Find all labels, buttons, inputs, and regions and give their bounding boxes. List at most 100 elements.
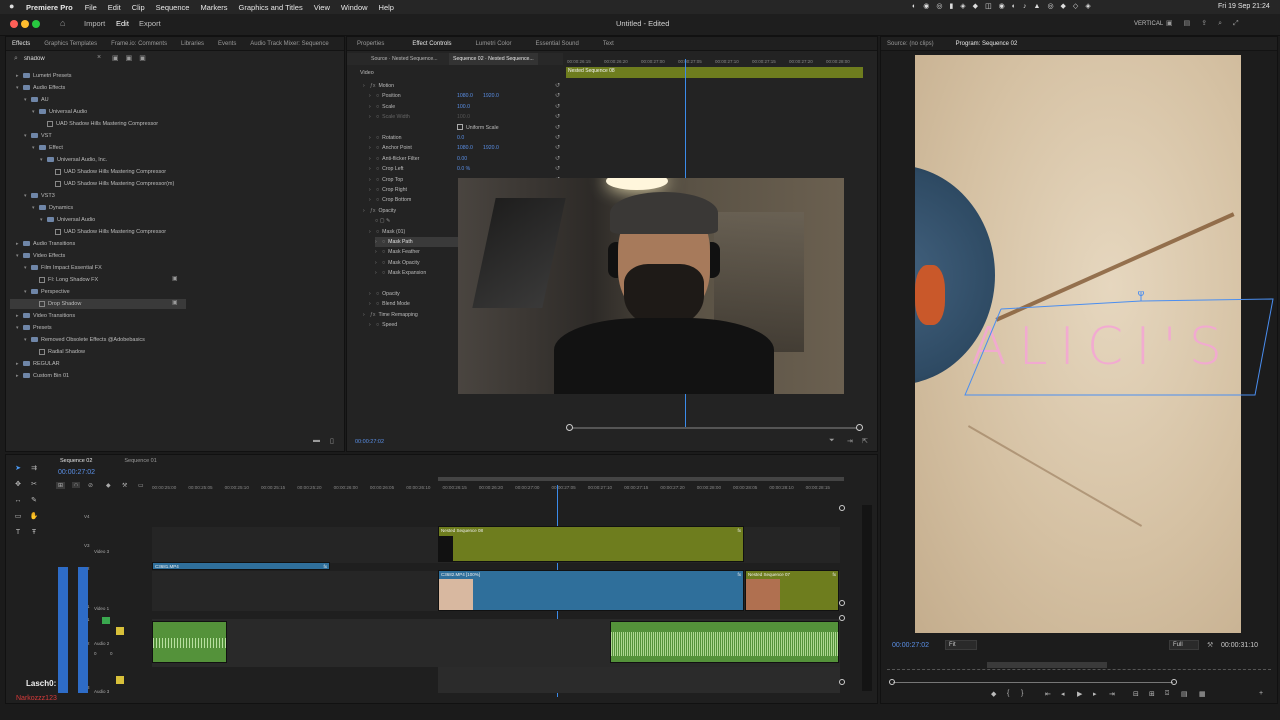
chevron-right-icon[interactable]: › — [369, 143, 376, 153]
workspace-edit[interactable]: Edit — [116, 19, 129, 28]
vertical-type-tool[interactable]: Ŧ — [28, 527, 40, 539]
effects-tree-item[interactable]: ▾ Universal Audio — [10, 107, 186, 117]
reset-icon[interactable]: ↺ — [555, 144, 560, 151]
scrub-handle-left[interactable] — [889, 679, 895, 685]
mute-button-a1[interactable] — [102, 617, 110, 624]
tab-sequence-01[interactable]: Sequence 01 — [118, 455, 162, 469]
solo-button-a3[interactable] — [116, 676, 124, 684]
ec-zoom-handle-left[interactable] — [566, 424, 573, 431]
chevron-right-icon[interactable]: › — [363, 206, 370, 216]
tab-lumetri-color[interactable]: Lumetri Color — [470, 37, 518, 50]
effects-tree-item[interactable]: FI: Long Shadow FX — [10, 275, 186, 285]
effects-tree-item[interactable]: ▸ Video Transitions — [10, 311, 186, 321]
clip-c3682[interactable]: C3682.MP4 [100%] fx — [438, 570, 744, 611]
type-tool[interactable]: T — [12, 527, 24, 539]
effects-tree-item[interactable]: ▸ Audio Transitions — [10, 239, 186, 249]
chevron-right-icon[interactable]: › — [375, 258, 382, 268]
ec-property-row[interactable]: › ○ Speed — [369, 320, 469, 330]
pen-tool[interactable]: ✎ — [28, 495, 40, 507]
ec-value[interactable]: 1080.0 — [457, 93, 473, 99]
apple-icon[interactable]: ● — [9, 1, 14, 11]
filter-icons[interactable]: ▣▣▣ — [112, 54, 153, 62]
chevron-right-icon[interactable]: › — [375, 268, 382, 278]
settings-wrench-icon[interactable]: ⚒ — [122, 482, 127, 489]
chevron-right-icon[interactable]: › — [363, 310, 370, 320]
ripple-edit-tool[interactable]: ✥ — [12, 479, 24, 491]
add-marker-icon[interactable]: ◆ — [106, 482, 111, 489]
reset-icon[interactable]: ↺ — [555, 103, 560, 110]
reset-icon[interactable]: ↺ — [555, 124, 560, 131]
chevron-down-icon[interactable]: ▾ — [16, 251, 23, 261]
effects-tree-item[interactable]: ▾ Dynamics — [10, 203, 186, 213]
chevron-right-icon[interactable]: › — [369, 164, 376, 174]
chevron-right-icon[interactable]: ▸ — [16, 239, 23, 249]
tab-program[interactable]: Program: Sequence 02 — [950, 37, 1024, 50]
chevron-right-icon[interactable]: › — [363, 81, 370, 91]
stopwatch-icon[interactable]: ○ — [376, 104, 379, 110]
stopwatch-icon[interactable]: ○ — [376, 187, 379, 193]
checkbox-icon[interactable] — [457, 124, 463, 131]
ec-property-row[interactable]: › ○ Anti-flicker Filter — [369, 154, 469, 164]
menu-clip[interactable]: Clip — [132, 3, 145, 12]
close-window-button[interactable] — [10, 20, 18, 28]
quality-select[interactable]: Full — [1169, 640, 1199, 650]
overwrite-icon[interactable]: ⊞ — [1149, 690, 1155, 698]
chevron-right-icon[interactable]: ▸ — [16, 311, 23, 321]
fx-toggle-icon[interactable]: ƒx — [370, 208, 375, 214]
tab-effects[interactable]: Effects — [6, 37, 36, 50]
chevron-right-icon[interactable]: › — [369, 299, 376, 309]
filter-icon[interactable]: ⏷ — [829, 437, 835, 445]
tab-frameio-comments[interactable]: Frame.io: Comments — [105, 37, 173, 50]
linked-select-icon[interactable]: ⊘ — [88, 482, 93, 489]
chevron-down-icon[interactable]: ▾ — [24, 191, 31, 201]
stopwatch-icon[interactable]: ○ — [376, 291, 379, 297]
effects-tree-item[interactable]: UAD Shadow Hills Mastering Compressor — [10, 227, 186, 237]
chevron-right-icon[interactable]: › — [369, 227, 376, 237]
export-icon[interactable]: ⇥ — [847, 437, 853, 445]
ec-value[interactable]: 1920.0 — [483, 145, 499, 151]
razor-tool[interactable]: ✂ — [28, 479, 40, 491]
stopwatch-icon[interactable]: ○ — [376, 145, 379, 151]
tab-text[interactable]: Text — [597, 37, 620, 50]
reset-icon[interactable]: ↺ — [555, 92, 560, 99]
workspace-import[interactable]: Import — [84, 19, 105, 28]
chevron-down-icon[interactable]: ▾ — [24, 131, 31, 141]
chevron-right-icon[interactable]: › — [369, 112, 376, 122]
camera-icon[interactable]: ⌼ — [1165, 690, 1169, 698]
chevron-down-icon[interactable]: ▾ — [24, 263, 31, 273]
go-to-out-icon[interactable]: ⇥ — [1109, 690, 1115, 698]
chevron-down-icon[interactable]: ▾ — [40, 215, 47, 225]
chevron-down-icon[interactable]: ▾ — [24, 287, 31, 297]
chevron-right-icon[interactable]: › — [369, 195, 376, 205]
go-to-in-icon[interactable]: ⇤ — [1045, 690, 1051, 698]
snap-icon[interactable]: ∩ — [72, 482, 81, 488]
stopwatch-icon[interactable]: ○ — [376, 166, 379, 172]
menu-file[interactable]: File — [85, 3, 97, 12]
chevron-right-icon[interactable]: › — [369, 320, 376, 330]
effects-tree-item[interactable]: ▸ REGULAR — [10, 359, 186, 369]
chevron-down-icon[interactable]: ▾ — [24, 95, 31, 105]
ec-property-row[interactable]: › ○ Scale — [369, 102, 469, 112]
ec-value[interactable]: 0.0 — [457, 135, 464, 141]
tab-effect-controls[interactable]: Effect Controls — [406, 37, 457, 50]
effects-tree-item[interactable]: UAD Shadow Hills Mastering Compressor — [10, 119, 186, 129]
ec-property-row[interactable]: › ○ Scale Width — [369, 112, 469, 122]
menu-graphics[interactable]: Graphics and Titles — [239, 3, 303, 12]
clip-nested-sequence-07[interactable]: Nested Sequence 07 fx — [745, 570, 839, 611]
mark-out-icon[interactable]: } — [1021, 690, 1023, 697]
uniform-scale-checkbox[interactable]: Uniform Scale — [457, 123, 499, 133]
rectangle-tool[interactable]: ▭ — [12, 511, 24, 523]
menu-sequence[interactable]: Sequence — [156, 3, 190, 12]
stopwatch-icon[interactable]: ○ — [376, 135, 379, 141]
chevron-right-icon[interactable]: ▸ — [16, 359, 23, 369]
effects-tree-item[interactable]: ▾ Audio Effects — [10, 83, 186, 93]
hand-tool[interactable]: ✋ — [28, 511, 40, 523]
panel-menu-icon[interactable]: ⇱ — [862, 437, 868, 445]
audio-clip-a2-right[interactable] — [610, 621, 839, 663]
track-select-tool[interactable]: ⇉ — [28, 463, 40, 475]
tab-essential-sound[interactable]: Essential Sound — [529, 37, 584, 50]
tab-sequence-02[interactable]: Sequence 02 — [54, 455, 98, 469]
chevron-down-icon[interactable]: ▾ — [32, 143, 39, 153]
stopwatch-icon[interactable]: ○ — [382, 249, 385, 255]
ec-timecode[interactable]: 00:00:27:02 — [355, 439, 384, 445]
